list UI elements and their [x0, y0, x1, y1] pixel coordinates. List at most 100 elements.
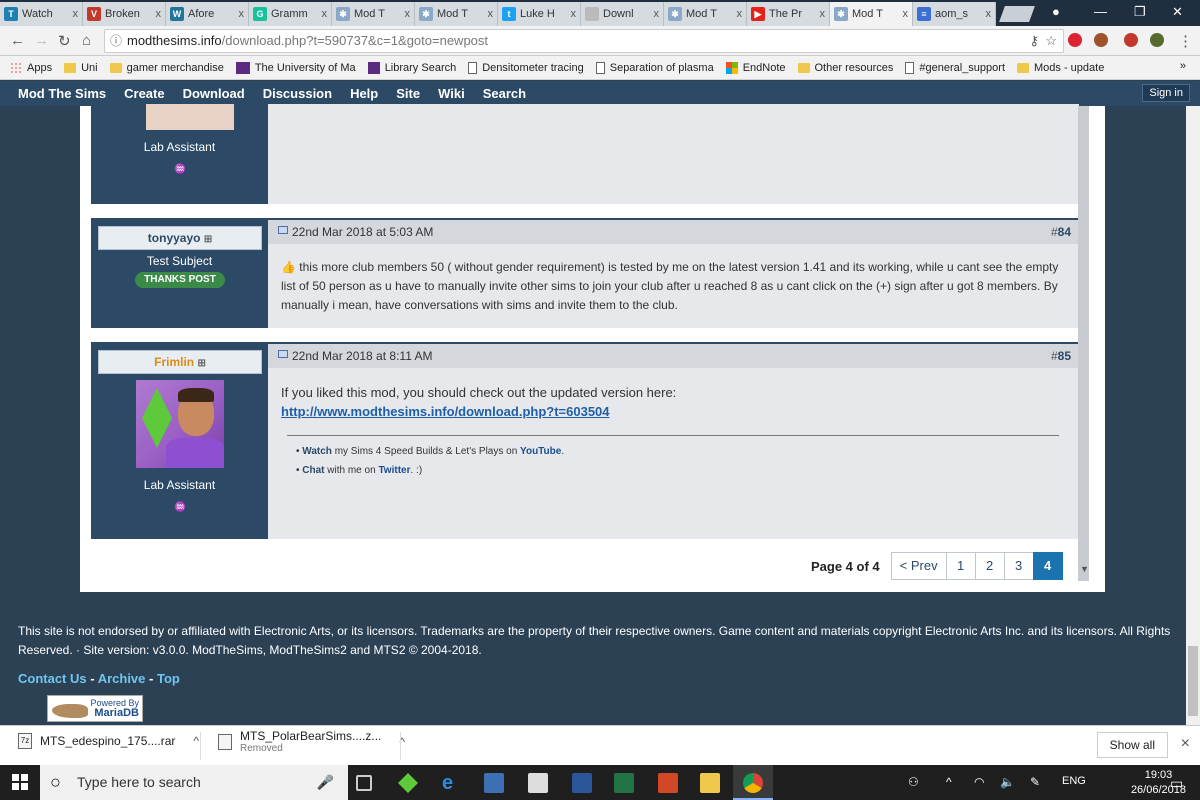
- chrome-taskbar-button[interactable]: [733, 765, 773, 800]
- close-icon[interactable]: ×: [1181, 735, 1190, 753]
- site-nav-item[interactable]: Create: [124, 86, 164, 101]
- prev-page-button[interactable]: < Prev: [890, 552, 947, 580]
- browser-tab[interactable]: ✱ Mod T x: [664, 2, 747, 26]
- reload-icon[interactable]: ↻: [58, 32, 71, 50]
- footer-link[interactable]: Contact Us: [18, 671, 87, 686]
- pen-icon[interactable]: ✎: [1030, 775, 1040, 789]
- page-button[interactable]: 3: [1003, 552, 1034, 580]
- page-scroll-thumb[interactable]: [1188, 646, 1198, 716]
- home-icon[interactable]: ⌂: [82, 32, 91, 49]
- username-tonyyayo[interactable]: tonyyayo ⊞: [98, 226, 262, 250]
- language-indicator[interactable]: ENG: [1062, 775, 1086, 787]
- footer-link[interactable]: Archive: [98, 671, 146, 686]
- chevron-up-icon[interactable]: ^: [193, 734, 199, 748]
- close-window-button[interactable]: ✕: [1172, 4, 1183, 20]
- site-nav-item[interactable]: Help: [350, 86, 378, 101]
- edge-icon[interactable]: e: [442, 773, 462, 793]
- notifications-icon[interactable]: ▭: [1170, 775, 1183, 792]
- restore-button[interactable]: ❐: [1134, 4, 1146, 20]
- bookmark-item[interactable]: Library Search: [367, 61, 456, 74]
- tab-close-icon[interactable]: x: [239, 8, 245, 20]
- post-link[interactable]: http://www.modthesims.info/download.php?…: [281, 402, 610, 421]
- url-field[interactable]: ⓘ modthesims.info/download.php?t=590737&…: [104, 29, 1064, 53]
- tab-close-icon[interactable]: x: [737, 8, 743, 20]
- powerpoint-icon[interactable]: [658, 773, 678, 793]
- post-scrollbar[interactable]: [1078, 106, 1089, 581]
- task-view-icon[interactable]: [356, 775, 372, 791]
- browser-tab[interactable]: ✱ Mod T x: [830, 2, 913, 26]
- signin-button[interactable]: Sign in: [1142, 84, 1190, 102]
- bookmark-item[interactable]: Apps: [10, 61, 52, 74]
- forward-icon[interactable]: →: [34, 32, 49, 49]
- tab-close-icon[interactable]: x: [903, 8, 909, 20]
- bookmark-item[interactable]: EndNote: [725, 61, 786, 74]
- site-nav-item[interactable]: Site: [396, 86, 420, 101]
- excel-icon[interactable]: [614, 773, 634, 793]
- bookmark-item[interactable]: Other resources: [797, 62, 893, 74]
- back-icon[interactable]: ←: [10, 32, 25, 49]
- username-frimlin[interactable]: Frimlin ⊞: [98, 350, 262, 374]
- tab-close-icon[interactable]: x: [73, 8, 79, 20]
- extension-icon[interactable]: [1068, 33, 1082, 47]
- extension-icon[interactable]: [1124, 33, 1138, 47]
- bookmark-item[interactable]: Mods - update: [1017, 62, 1104, 74]
- store-icon[interactable]: [484, 773, 504, 793]
- tab-close-icon[interactable]: x: [156, 8, 162, 20]
- bookmark-item[interactable]: Separation of plasma: [595, 61, 714, 74]
- youtube-link[interactable]: YouTube: [520, 446, 561, 457]
- browser-tab[interactable]: W Afore x: [166, 2, 249, 26]
- mail-icon[interactable]: [528, 773, 548, 793]
- extension-icon[interactable]: [1150, 33, 1164, 47]
- bookmark-item[interactable]: Densitometer tracing: [468, 61, 584, 74]
- wifi-icon[interactable]: ◠: [974, 775, 984, 789]
- page-scrollbar[interactable]: [1186, 106, 1200, 725]
- new-tab-button[interactable]: [999, 6, 1035, 22]
- page-button[interactable]: 2: [974, 552, 1005, 580]
- bookmark-item[interactable]: Uni: [64, 62, 98, 74]
- bookmark-star-icon[interactable]: ☆: [1045, 30, 1057, 52]
- page-button[interactable]: 4: [1032, 552, 1063, 580]
- menu-icon[interactable]: ⋮: [1178, 32, 1193, 50]
- browser-tab[interactable]: Downl x: [581, 2, 664, 26]
- tab-close-icon[interactable]: x: [986, 8, 992, 20]
- browser-tab[interactable]: ✱ Mod T x: [332, 2, 415, 26]
- file-explorer-icon[interactable]: [700, 773, 720, 793]
- browser-tab[interactable]: ✱ Mod T x: [415, 2, 498, 26]
- page-button[interactable]: 1: [945, 552, 976, 580]
- browser-tab[interactable]: t Luke H x: [498, 2, 581, 26]
- word-icon[interactable]: [572, 773, 592, 793]
- footer-link[interactable]: Top: [157, 671, 180, 686]
- download-item-1[interactable]: 7z MTS_edespino_175....rar ^: [18, 733, 199, 749]
- bookmarks-overflow-icon[interactable]: »: [1180, 60, 1186, 72]
- download-item-2[interactable]: MTS_PolarBearSims....z... Removed ^: [218, 729, 405, 754]
- twitter-link[interactable]: Twitter: [378, 465, 410, 476]
- tab-close-icon[interactable]: x: [654, 8, 660, 20]
- post-number[interactable]: #85: [1051, 349, 1071, 363]
- browser-tab[interactable]: ▶ The Pr x: [747, 2, 830, 26]
- extension-icon[interactable]: [1094, 33, 1108, 47]
- show-hidden-icons[interactable]: ^: [946, 775, 952, 789]
- browser-tab[interactable]: T Watch x: [0, 2, 83, 26]
- bookmark-item[interactable]: gamer merchandise: [109, 62, 224, 74]
- show-all-button[interactable]: Show all: [1096, 732, 1168, 758]
- mariadb-badge[interactable]: Powered By MariaDB: [47, 695, 143, 722]
- browser-tab[interactable]: G Gramm x: [249, 2, 332, 26]
- info-icon[interactable]: ⓘ: [110, 30, 122, 52]
- profile-icon[interactable]: ●: [1052, 4, 1060, 19]
- site-nav-item[interactable]: Search: [483, 86, 526, 101]
- volume-icon[interactable]: 🔈: [1000, 775, 1015, 789]
- tab-close-icon[interactable]: x: [820, 8, 826, 20]
- microphone-icon[interactable]: 🎤: [317, 765, 334, 800]
- minimize-button[interactable]: —: [1094, 4, 1107, 19]
- site-nav-item[interactable]: Download: [183, 86, 245, 101]
- tab-close-icon[interactable]: x: [488, 8, 494, 20]
- browser-tab[interactable]: V Broken x: [83, 2, 166, 26]
- sims-app-icon[interactable]: [398, 773, 418, 793]
- key-icon[interactable]: ⚷: [1029, 30, 1039, 52]
- post-number[interactable]: #84: [1051, 225, 1071, 239]
- bookmark-item[interactable]: #general_support: [905, 61, 1005, 74]
- tab-close-icon[interactable]: x: [571, 8, 577, 20]
- windows-start-icon[interactable]: [12, 774, 28, 790]
- tab-close-icon[interactable]: x: [405, 8, 411, 20]
- people-icon[interactable]: ⚇: [908, 775, 919, 789]
